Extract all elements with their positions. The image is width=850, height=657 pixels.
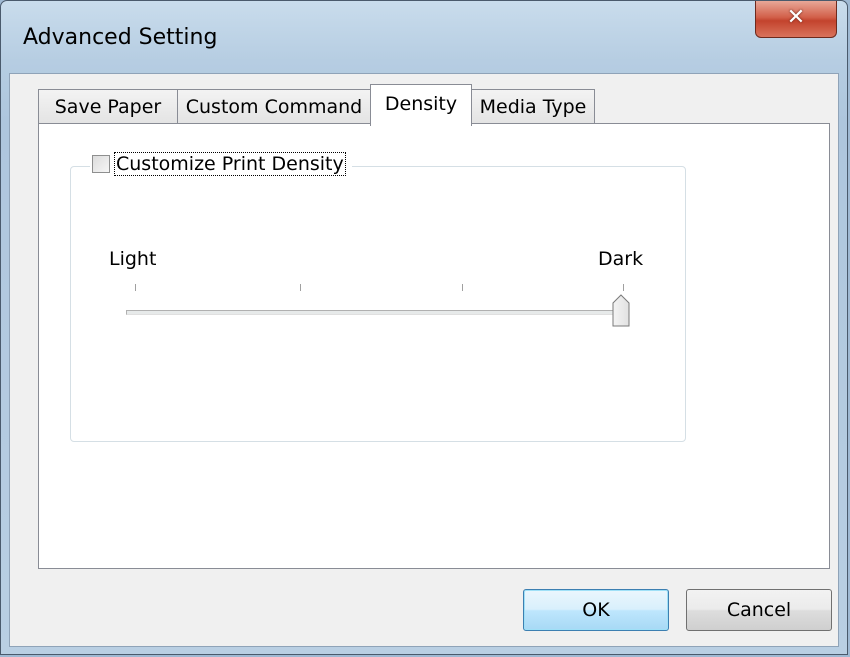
- slider-max-label: Dark: [598, 248, 644, 270]
- customize-density-checkbox-row[interactable]: Customize Print Density: [90, 149, 352, 179]
- close-icon: ✕: [786, 5, 806, 30]
- slider-tick: [623, 284, 624, 291]
- tab-media-type[interactable]: Media Type: [471, 89, 595, 125]
- ok-button[interactable]: OK: [523, 589, 669, 631]
- dialog-window: Advanced Setting ✕ Save Paper Custom Com…: [0, 0, 848, 655]
- close-button[interactable]: ✕: [755, 1, 837, 38]
- dialog-client-area: Save Paper Custom Command Density Media …: [9, 73, 839, 647]
- density-slider-thumb[interactable]: [612, 294, 630, 328]
- customize-density-label[interactable]: Customize Print Density: [114, 152, 346, 176]
- density-group-box: [70, 166, 686, 442]
- title-bar[interactable]: Advanced Setting ✕: [1, 1, 847, 71]
- tab-save-paper[interactable]: Save Paper: [38, 89, 178, 125]
- slider-min-label: Light: [109, 248, 157, 270]
- window-title: Advanced Setting: [23, 25, 218, 50]
- density-slider-track[interactable]: [126, 310, 625, 315]
- slider-tick: [462, 284, 463, 291]
- customize-density-checkbox[interactable]: [92, 155, 110, 173]
- tab-density[interactable]: Density: [370, 84, 472, 126]
- cancel-button[interactable]: Cancel: [686, 589, 832, 631]
- slider-tick: [300, 284, 301, 291]
- tab-custom-command[interactable]: Custom Command: [177, 89, 371, 125]
- slider-tick: [135, 284, 136, 291]
- density-tab-page: Customize Print Density Light Dark: [38, 123, 830, 569]
